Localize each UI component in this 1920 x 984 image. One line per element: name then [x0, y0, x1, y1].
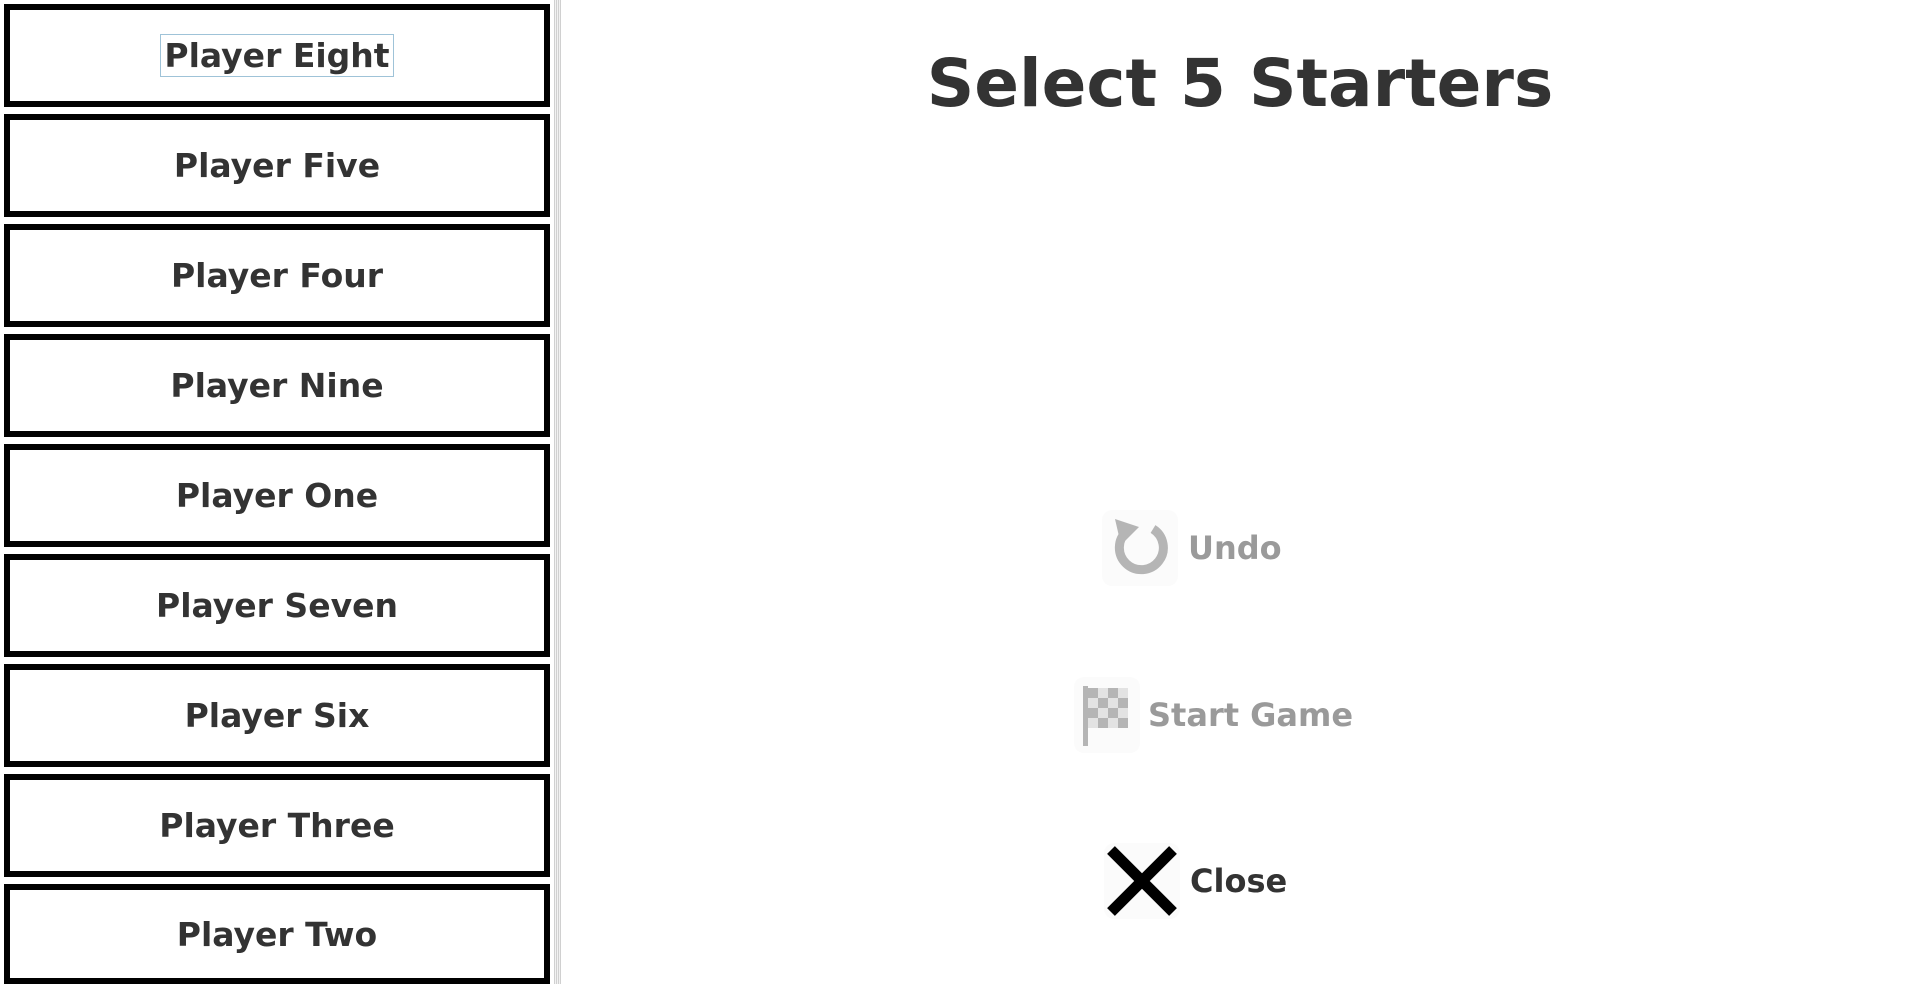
close-button[interactable]: Close	[1104, 843, 1287, 919]
player-button[interactable]: Player Seven	[4, 554, 550, 657]
checkered-flag-icon	[1074, 677, 1140, 753]
player-label: Player Three	[159, 806, 395, 845]
player-label: Player Nine	[170, 366, 384, 405]
close-label: Close	[1190, 862, 1288, 900]
player-button[interactable]: Player Three	[4, 774, 550, 877]
player-button[interactable]: Player Two	[4, 884, 550, 984]
player-button[interactable]: Player Four	[4, 224, 550, 327]
substitution-dialog: Player Eight Player Five Player Four Pla…	[0, 0, 1920, 984]
player-button[interactable]: Player Five	[4, 114, 550, 217]
page-title: Select 5 Starters	[926, 45, 1554, 122]
undo-label: Undo	[1188, 529, 1282, 567]
player-label: Player One	[175, 476, 379, 515]
player-label: Player Five	[173, 146, 381, 185]
undo-icon	[1102, 510, 1178, 586]
close-icon	[1104, 843, 1180, 919]
player-label: Player Four	[170, 256, 384, 295]
start-game-button[interactable]: Start Game	[1074, 677, 1353, 753]
player-button[interactable]: Player Eight	[4, 4, 550, 107]
player-button[interactable]: Player One	[4, 444, 550, 547]
player-label: Player Two	[176, 914, 378, 954]
player-button[interactable]: Player Nine	[4, 334, 550, 437]
start-game-label: Start Game	[1148, 696, 1354, 734]
player-label: Player Eight	[160, 34, 394, 77]
player-roster: Player Eight Player Five Player Four Pla…	[0, 0, 552, 984]
panel-splitter[interactable]	[554, 0, 561, 984]
player-label: Player Six	[184, 696, 370, 735]
player-button[interactable]: Player Six	[4, 664, 550, 767]
player-label: Player Seven	[156, 586, 398, 625]
undo-button[interactable]: Undo	[1102, 510, 1282, 586]
